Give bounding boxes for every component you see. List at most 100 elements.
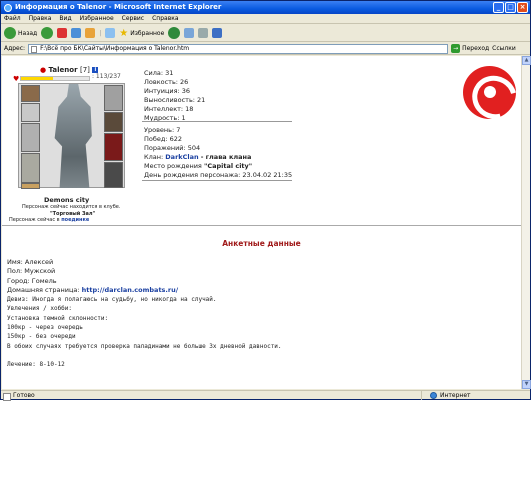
maximize-button[interactable]: □: [505, 2, 516, 13]
toolbar: Назад | ★ Избранное: [1, 25, 530, 42]
heart-icon: ♥: [13, 75, 20, 83]
character-figure: [18, 83, 125, 189]
homepage-link[interactable]: http://darclan.combats.ru/: [82, 286, 178, 294]
go-button[interactable]: → Переход: [451, 44, 489, 53]
shield-slot[interactable]: [104, 133, 123, 161]
losses-count: Поражений: 504: [144, 144, 201, 152]
status-bar: Готово Интернет: [1, 390, 530, 401]
stat-intellect: Интеллект: 18: [144, 105, 194, 113]
forward-button[interactable]: [41, 27, 54, 39]
favorites-button[interactable]: ★ Избранное: [119, 27, 164, 40]
stat-endurance: Выносливость: 21: [144, 96, 206, 104]
security-zone: Интернет: [421, 391, 471, 400]
battle-status: Персонаж сейчас в поединке: [9, 217, 89, 223]
character-rank: Уровень: 7: [144, 126, 181, 134]
window-title: Информация о Talenor - Microsoft Interne…: [15, 3, 222, 11]
search-button[interactable]: [105, 28, 116, 38]
section-divider: [2, 225, 521, 226]
history-button[interactable]: [168, 27, 181, 39]
info-divider: [142, 180, 292, 181]
armor-slot[interactable]: [21, 153, 40, 183]
hobby-line: В обоих случаях требуется проверка палад…: [7, 342, 282, 350]
menu-edit[interactable]: Правка: [29, 14, 52, 23]
hobby-line: 150кр - без очереди: [7, 333, 76, 341]
refresh-button[interactable]: [71, 28, 82, 38]
align-icon: ●: [40, 66, 47, 74]
homepage-line: Домашняя страница: http://darclan.combat…: [7, 286, 282, 295]
character-avatar: [54, 84, 92, 188]
vertical-scrollbar[interactable]: ▲ ▼: [521, 56, 531, 389]
title-bar[interactable]: Информация о Talenor - Microsoft Interne…: [1, 1, 530, 14]
stop-button[interactable]: [57, 28, 68, 38]
birthplace-line: Место рождения "Capital city": [144, 162, 292, 171]
anket-healing: Лечение: 8-10-12: [7, 360, 65, 368]
weapon-slot[interactable]: [21, 123, 40, 152]
boots-slot[interactable]: [104, 162, 123, 188]
hobby-line: 100кр - через очередь: [7, 324, 83, 332]
birthplace-value: "Capital city": [203, 162, 253, 170]
character-name: ● Talenor [7] i: [40, 66, 99, 74]
rings-slot[interactable]: [21, 183, 40, 189]
page-content: ● Talenor [7] i ♥ : 113/237 Demons city …: [2, 56, 521, 389]
wins-count: Побед: 622: [144, 135, 183, 143]
globe-icon: [430, 392, 437, 399]
go-arrow-icon: →: [451, 44, 461, 53]
hp-fill: [21, 77, 54, 80]
go-label: Переход: [462, 45, 490, 52]
scroll-down-button[interactable]: ▼: [522, 380, 531, 389]
toolbar-separator: |: [99, 29, 102, 37]
stat-intuition: Интуиция: 36: [144, 87, 191, 95]
battle-link[interactable]: поединке: [61, 217, 89, 223]
helmet-slot[interactable]: [104, 85, 123, 111]
ie-logo-icon: [4, 4, 12, 12]
address-bar: Адрес: F:\Всё про БК\Сайты\Информация о …: [1, 43, 530, 55]
anket-name: Имя: Алексей: [7, 258, 54, 266]
home-button[interactable]: [85, 28, 96, 38]
menu-file[interactable]: Файл: [4, 14, 21, 23]
menu-help[interactable]: Справка: [152, 14, 178, 23]
location-text: Персонаж сейчас находится в клубе.: [22, 204, 121, 210]
anket-motto: Девиз: Иногда я полагаюсь на судьбу, но …: [7, 296, 217, 304]
scroll-up-button[interactable]: ▲: [522, 56, 531, 65]
battle-prefix: Персонаж сейчас в: [9, 217, 60, 223]
address-input[interactable]: F:\Всё про БК\Сайты\Информация о Talenor…: [28, 43, 449, 54]
menu-view[interactable]: Вид: [59, 14, 71, 23]
gloves-slot[interactable]: [104, 112, 123, 132]
menu-favorites[interactable]: Избранное: [80, 14, 114, 23]
clan-line: Клан: DarkClan - глава клана: [144, 153, 292, 162]
favorites-label: Избранное: [130, 29, 165, 37]
stat-strength: Сила: 31: [144, 69, 174, 77]
mail-button[interactable]: [184, 28, 195, 38]
stat-agility: Ловкость: 26: [144, 78, 189, 86]
city-name: Demons city: [44, 196, 90, 204]
minimize-button[interactable]: _: [493, 2, 504, 13]
links-button[interactable]: Ссылки: [492, 45, 516, 52]
anket-block: Имя: Алексей Пол: Мужской Город: Гомель …: [7, 258, 282, 369]
menu-bar: Файл Правка Вид Избранное Сервис Справка: [1, 14, 530, 24]
address-label: Адрес:: [4, 45, 26, 52]
character-level: [7]: [79, 66, 90, 74]
page-icon: [31, 45, 38, 53]
print-button[interactable]: [198, 28, 209, 38]
edit-button[interactable]: [212, 28, 223, 38]
menu-tools[interactable]: Сервис: [122, 14, 144, 23]
anket-sex: Пол: Мужской: [7, 267, 56, 276]
amulet-slot[interactable]: [21, 103, 40, 122]
clan-link[interactable]: DarkClan: [165, 153, 198, 161]
character-name-text: Talenor: [48, 66, 78, 74]
zone-label: Интернет: [440, 391, 471, 399]
star-icon: ★: [119, 27, 129, 39]
close-button[interactable]: ×: [517, 2, 528, 13]
back-button[interactable]: Назад: [4, 27, 37, 40]
status-text: Готово: [1, 391, 421, 401]
hobby-line: Установка темной склонности:: [7, 314, 109, 322]
back-arrow-icon: [4, 27, 16, 39]
clan-label: Клан:: [144, 153, 164, 161]
earring-slot[interactable]: [21, 85, 40, 102]
birthplace-label: Место рождения: [144, 162, 202, 170]
browser-window: Информация о Talenor - Microsoft Interne…: [0, 0, 531, 401]
stats-block: Сила: 31 Ловкость: 26 Интуиция: 36 Вынос…: [144, 69, 205, 123]
anket-title: Анкетные данные: [222, 239, 301, 248]
hp-bar: [20, 76, 90, 81]
